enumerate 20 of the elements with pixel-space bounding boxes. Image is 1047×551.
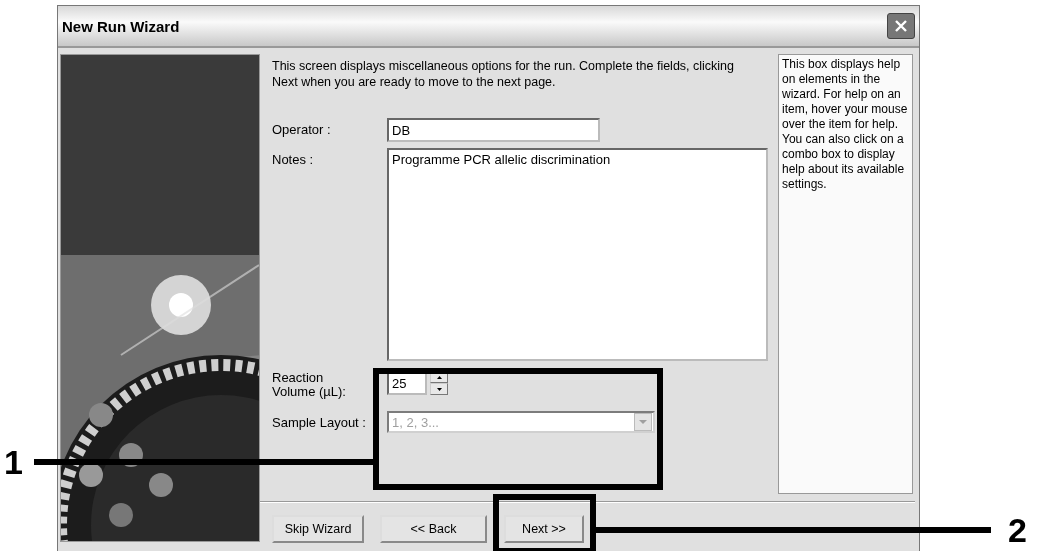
- down-arrow-icon: [436, 387, 442, 391]
- notes-field[interactable]: Programme PCR allelic discrimination: [387, 148, 768, 361]
- spin-down-button[interactable]: [430, 383, 448, 395]
- field-label: Notes :: [272, 151, 315, 167]
- window-title: New Run Wizard: [62, 17, 180, 35]
- field-label: Reaction Volume (µL):: [272, 369, 347, 399]
- field-label: Sample Layout :: [272, 414, 367, 430]
- wizard-button[interactable]: Next >>: [504, 515, 584, 543]
- wizard-button[interactable]: << Back: [380, 515, 487, 543]
- close-button[interactable]: [887, 13, 915, 39]
- callout-number: 2: [1008, 513, 1027, 547]
- close-icon: [894, 19, 908, 33]
- up-arrow-icon: [436, 375, 442, 379]
- intro-text: This screen displays miscellaneous options for the run. Complete the fields, clicking Next when you are ready to move to the next page.: [272, 58, 736, 90]
- help-text: This box displays help on elements in the wizard. For help on an item, hover your mouse over the item for help. You can also click on a combo box to display help about its available settings.: [778, 54, 913, 494]
- operator-field[interactable]: DB: [387, 118, 600, 142]
- field-label: Operator :: [272, 121, 332, 137]
- dropdown-arrow-icon: [639, 420, 647, 424]
- callout-number: 1: [4, 445, 23, 479]
- wizard-button[interactable]: Skip Wizard: [272, 515, 364, 543]
